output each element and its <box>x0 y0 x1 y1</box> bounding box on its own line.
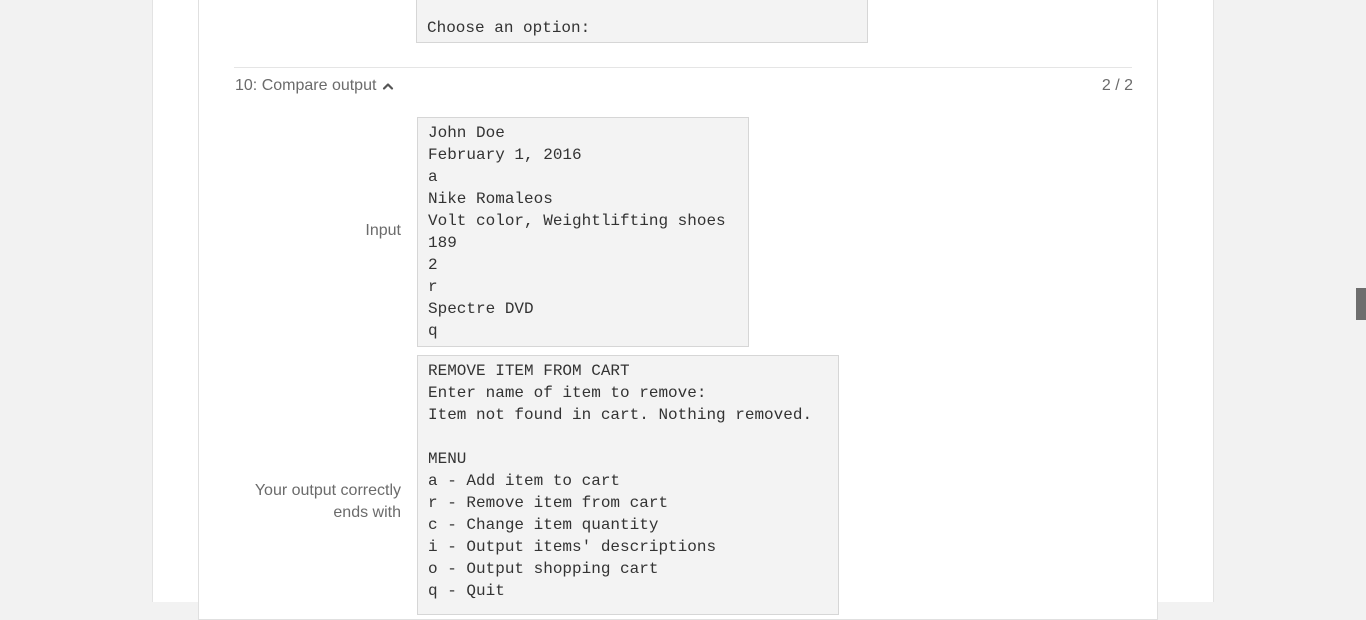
output-box: REMOVE ITEM FROM CART Enter name of item… <box>417 355 839 615</box>
input-box: John Doe February 1, 2016 a Nike Romaleo… <box>417 117 749 347</box>
chevron-up-icon <box>383 83 394 90</box>
previous-output-box: Choose an option: <box>416 0 868 43</box>
test-case-title: 10: Compare output <box>235 77 377 94</box>
section-divider <box>234 67 1132 68</box>
output-label: Your output correctly ends with <box>200 480 401 524</box>
test-case-score: 2 / 2 <box>1101 77 1133 94</box>
output-label-line1: Your output correctly <box>254 482 401 499</box>
output-label-line2: ends with <box>333 504 401 521</box>
input-label: Input <box>365 222 401 239</box>
scrollbar-thumb[interactable] <box>1356 288 1366 320</box>
test-case-toggle[interactable]: 10: Compare output <box>235 77 394 95</box>
